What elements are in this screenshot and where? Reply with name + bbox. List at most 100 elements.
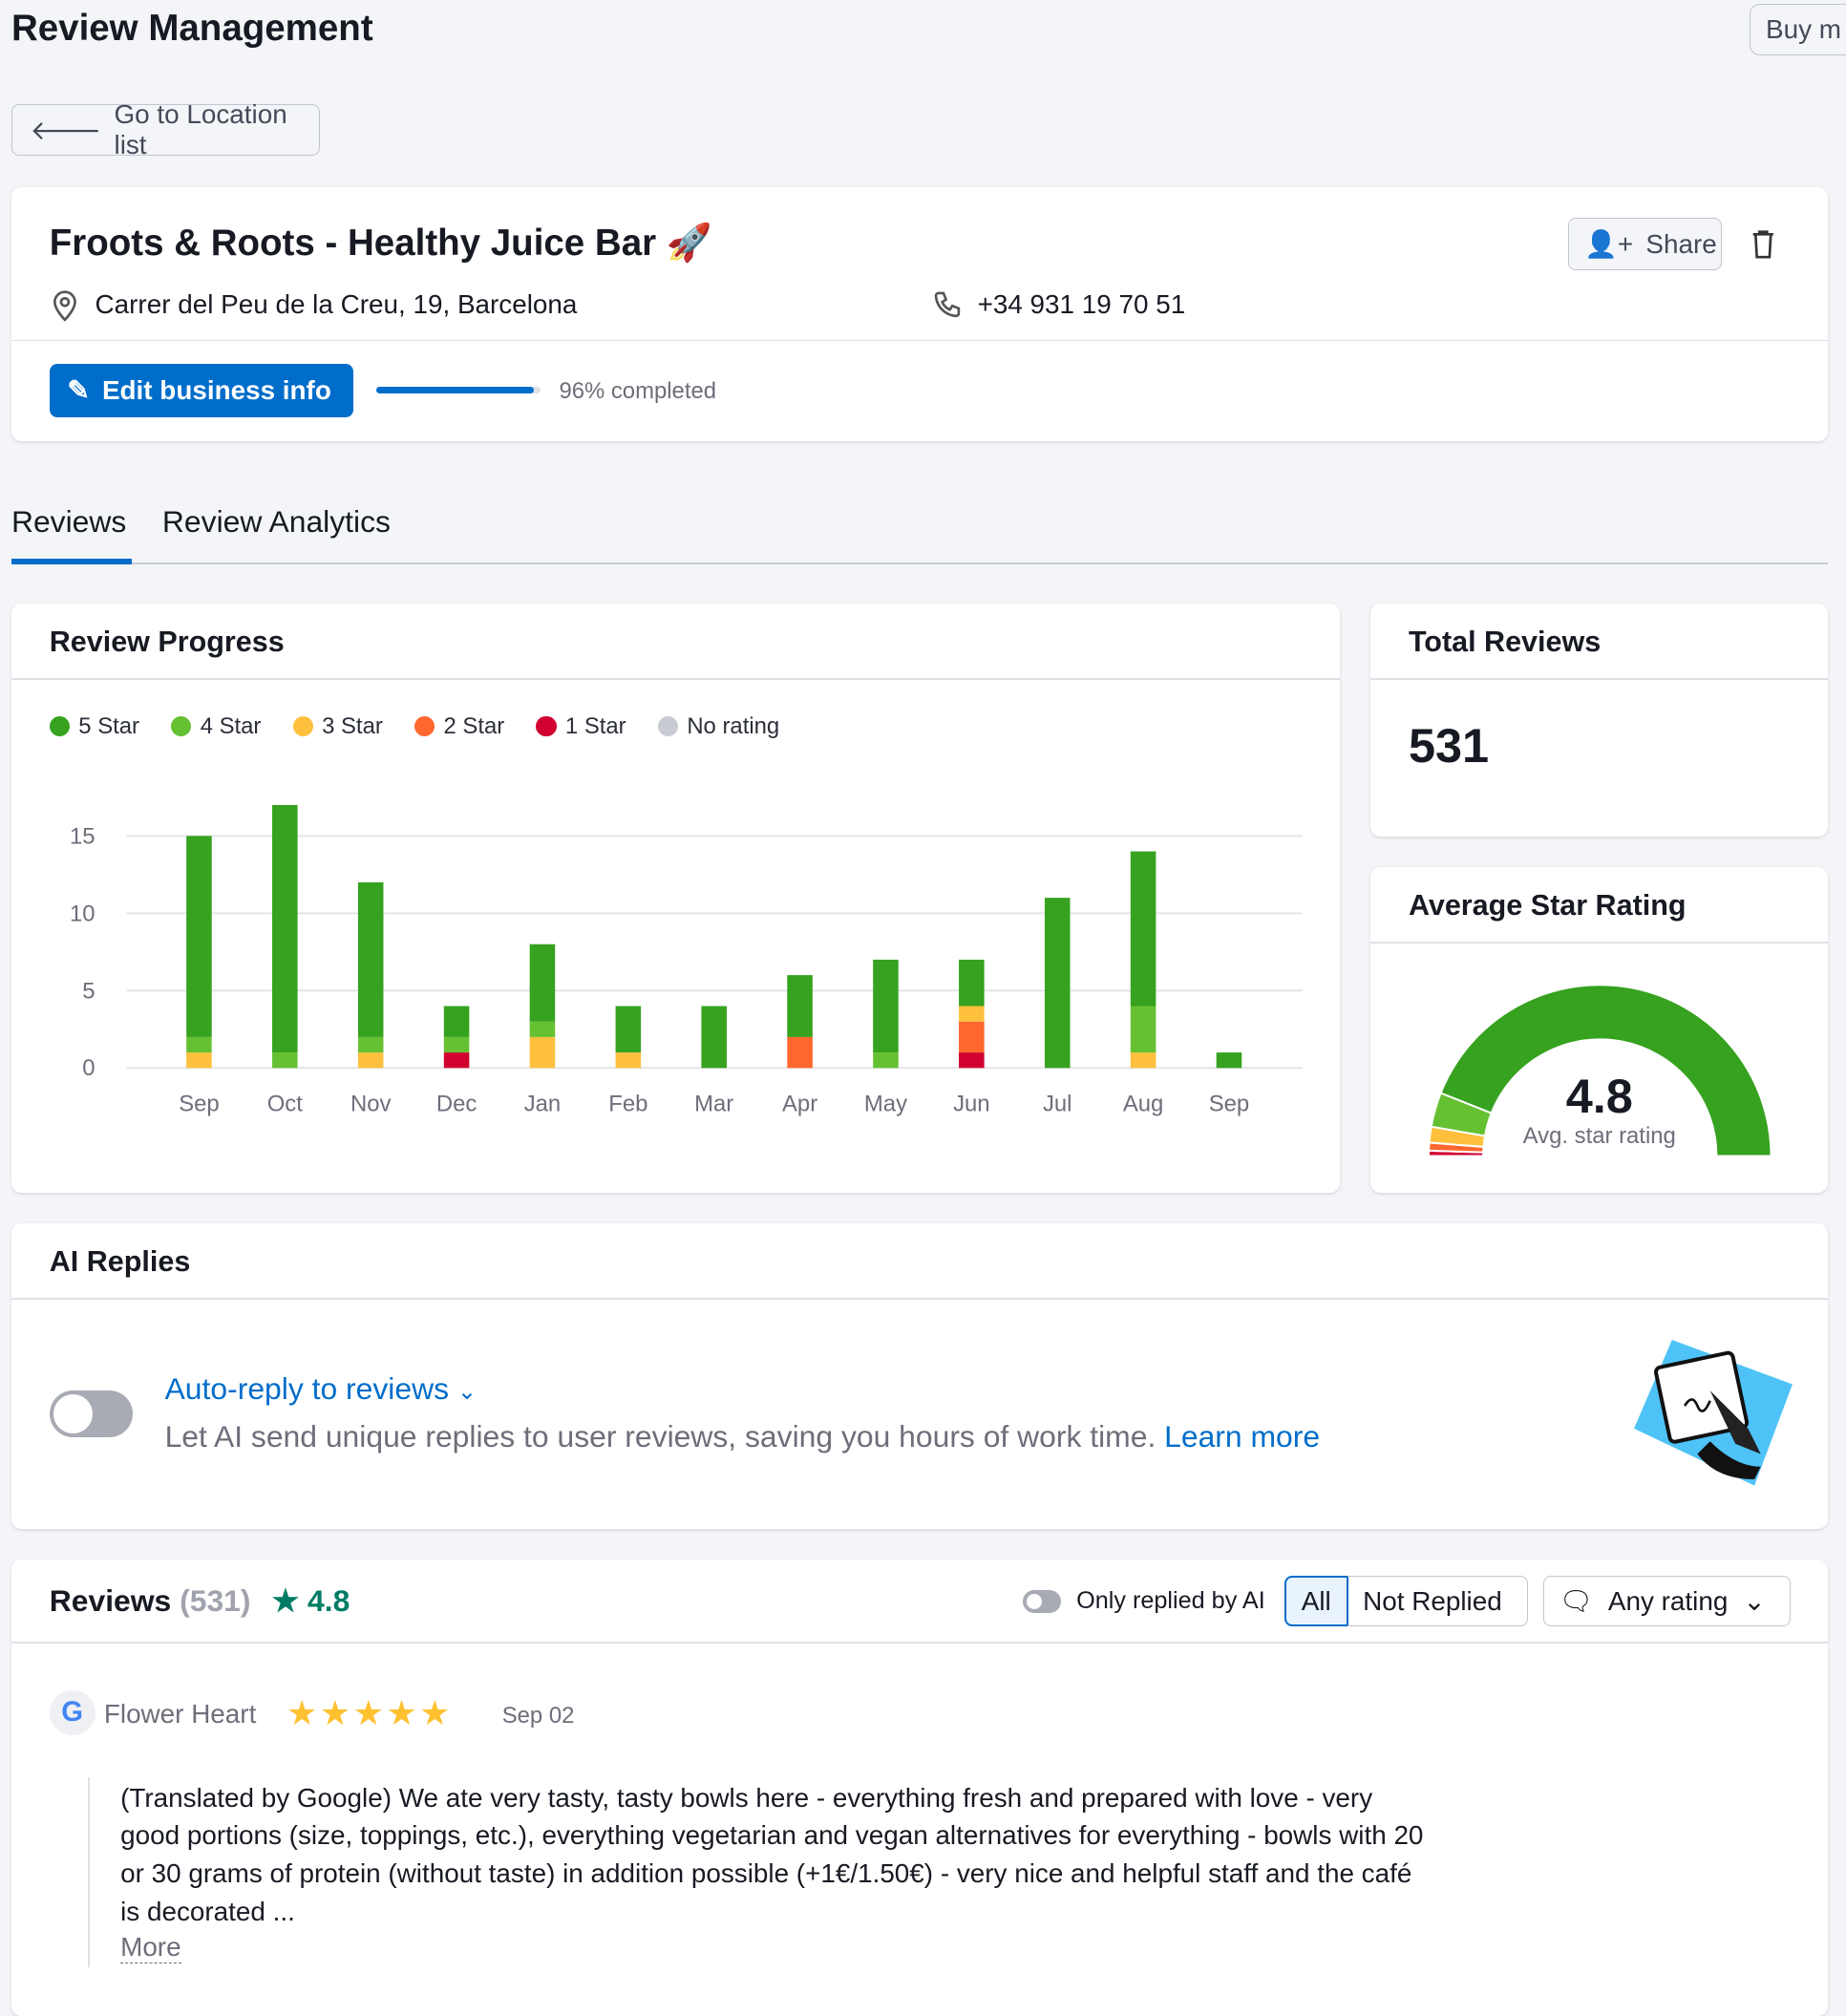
bar-segment-1 [959, 1051, 985, 1068]
arrow-left-icon: 🡐 [30, 116, 102, 146]
x-tick-label: Nov [350, 1091, 392, 1116]
bar-segment-3 [529, 1036, 556, 1068]
legend-label: 2 Star [443, 713, 505, 740]
x-tick-label: Jul [1043, 1091, 1072, 1116]
auto-reply-description-text: Let AI send unique replies to user revie… [164, 1418, 1156, 1454]
filter-not-replied[interactable]: Not Replied [1347, 1576, 1528, 1627]
learn-more-link[interactable]: Learn more [1164, 1419, 1320, 1454]
bar-segment-3 [1130, 1051, 1156, 1068]
average-rating-card: Average Star Rating 4.8 Avg. star rating [1370, 867, 1829, 1194]
bar-segment-3 [357, 1051, 384, 1068]
legend-dot [49, 715, 70, 737]
comment-icon: 🗨 [1559, 1586, 1593, 1617]
buy-label: Buy m [1766, 14, 1841, 45]
legend-item[interactable]: 5 Star [49, 713, 139, 740]
x-tick-label: Jan [524, 1091, 562, 1116]
edit-label: Edit business info [101, 374, 331, 405]
business-name-text: Froots & Roots - Healthy Juice Bar [49, 223, 657, 265]
bar-segment-3 [615, 1051, 642, 1068]
bar-segment-2 [787, 1036, 813, 1068]
business-name: Froots & Roots - Healthy Juice Bar 🚀 [50, 222, 712, 265]
review-stars: ★★★★★ [286, 1693, 453, 1732]
divider [11, 678, 1341, 680]
bar-segment-4 [873, 1051, 899, 1068]
ai-replies-title: AI Replies [49, 1244, 191, 1278]
bar-segment-3 [186, 1051, 212, 1068]
y-tick-label: 15 [70, 823, 95, 849]
bar-segment-4 [443, 1036, 470, 1052]
bar-segment-2 [959, 1021, 985, 1052]
completion-text: 96% completed [559, 377, 717, 404]
legend-label: 4 Star [200, 713, 262, 740]
x-tick-label: Dec [436, 1091, 477, 1116]
phone-icon [934, 291, 960, 317]
rating-filter-label: Any rating [1607, 1585, 1729, 1616]
bar-segment-5 [443, 1006, 470, 1037]
x-tick-label: Feb [608, 1091, 647, 1116]
filter-all[interactable]: All [1284, 1576, 1348, 1627]
business-phone: +34 931 19 70 51 [977, 288, 1186, 319]
edit-business-info-button[interactable]: ✎ Edit business info [49, 364, 354, 417]
total-reviews-value: 531 [1408, 718, 1490, 774]
divider [11, 1642, 1829, 1644]
only-ai-label: Only replied by AI [1076, 1587, 1265, 1615]
divider [11, 339, 1829, 342]
bar-segment-4 [272, 1051, 298, 1068]
bar-segment-5 [1044, 897, 1071, 1068]
divider [1370, 942, 1829, 944]
trash-icon[interactable] [1751, 229, 1776, 260]
auto-reply-link[interactable]: Auto-reply to reviews ⌄ [165, 1371, 477, 1407]
reviews-count: (531) [180, 1582, 251, 1618]
legend-item[interactable]: 2 Star [414, 713, 504, 740]
review-more-link[interactable]: More [120, 1932, 181, 1964]
tab-review-analytics[interactable]: Review Analytics [162, 504, 391, 540]
bar-segment-1 [443, 1051, 470, 1068]
y-tick-label: 5 [82, 978, 95, 1004]
buy-button[interactable]: Buy m [1750, 3, 1846, 56]
divider [1370, 678, 1829, 680]
legend-label: 1 Star [564, 713, 626, 740]
bar-segment-5 [873, 959, 899, 1052]
google-icon: G [49, 1689, 95, 1736]
add-user-icon: 👤+ [1584, 229, 1634, 260]
bar-segment-5 [357, 881, 384, 1037]
tab-reviews[interactable]: Reviews [11, 504, 126, 540]
bar-segment-3 [959, 1006, 985, 1022]
legend-item[interactable]: 4 Star [171, 713, 261, 740]
completion-progress-fill [376, 386, 534, 393]
legend-dot [292, 715, 313, 737]
average-rating-value: 4.8 [1565, 1068, 1633, 1123]
x-tick-label: Jun [953, 1091, 990, 1116]
pencil-icon: ✎ [67, 375, 90, 406]
legend-label: 5 Star [78, 713, 139, 740]
rating-filter-dropdown[interactable]: 🗨 Any rating ⌄ [1542, 1576, 1791, 1627]
reviews-title: Reviews [49, 1582, 172, 1618]
business-address: Carrer del Peu de la Creu, 19, Barcelona [95, 288, 578, 319]
review-author: Flower Heart [103, 1698, 257, 1729]
chart-legend: 5 Star 4 Star 3 Star 2 Star 1 Star No rating [49, 713, 780, 740]
ai-replies-card: AI Replies Auto-reply to reviews ⌄ Let A… [11, 1223, 1829, 1530]
bar-segment-5 [272, 804, 298, 1052]
rocket-icon: 🚀 [666, 223, 712, 265]
bar-segment-5 [186, 835, 212, 1037]
share-button[interactable]: 👤+ Share [1568, 218, 1722, 270]
y-tick-label: 0 [82, 1055, 95, 1081]
bar-segment-4 [357, 1036, 384, 1052]
back-to-location-list-button[interactable]: 🡐 Go to Location list [11, 99, 320, 159]
y-tick-label: 10 [70, 901, 95, 926]
auto-reply-label: Auto-reply to reviews [164, 1371, 450, 1407]
bar-segment-5 [615, 1006, 642, 1052]
bar-segment-5 [1216, 1051, 1242, 1068]
bar-segment-4 [186, 1036, 212, 1052]
legend-dot [657, 715, 679, 737]
star-icon: ★ [271, 1582, 300, 1618]
bar-segment-5 [787, 974, 813, 1037]
legend-item[interactable]: No rating [657, 713, 780, 740]
legend-item[interactable]: 3 Star [292, 713, 383, 740]
average-rating-title: Average Star Rating [1408, 888, 1687, 922]
legend-item[interactable]: 1 Star [536, 713, 626, 740]
legend-label: 3 Star [322, 713, 383, 740]
tabs-divider [11, 562, 1829, 564]
chevron-down-icon: ⌄ [1743, 1586, 1766, 1617]
legend-label: No rating [687, 713, 780, 740]
